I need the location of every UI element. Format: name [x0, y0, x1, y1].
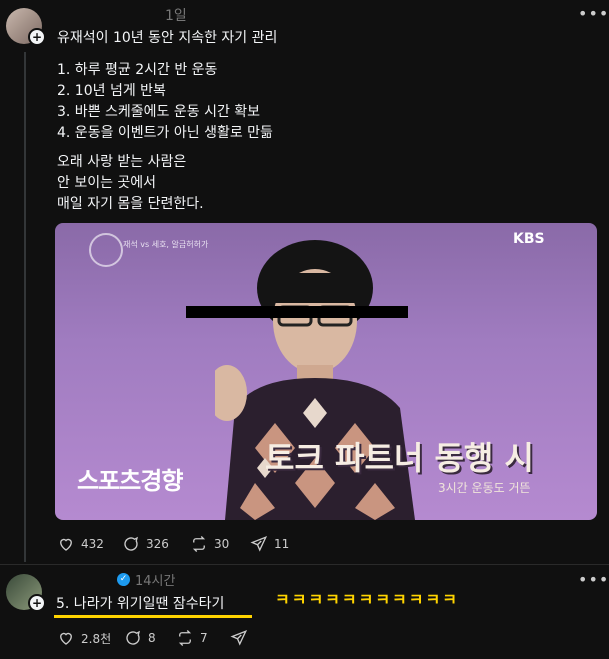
like-button[interactable]: 432	[57, 535, 104, 553]
repost-icon	[192, 536, 206, 552]
share-count: 11	[274, 537, 290, 551]
heart-icon	[60, 538, 72, 551]
post2-text: 5. 나라가 위기일땐 잠수타기	[56, 596, 225, 612]
watermark-text: 스포츠경향	[77, 467, 183, 495]
paragraph-line: 오래 사랑 받는 사람은	[57, 154, 187, 170]
more-icon[interactable]: •••	[578, 570, 609, 589]
list-item: 4. 운동을 이벤트가 아닌 생활로 만듦	[57, 125, 273, 141]
like-button[interactable]: 2.8천	[57, 629, 111, 647]
repost-count: 7	[200, 631, 208, 645]
comment-icon	[126, 630, 141, 645]
comment-button[interactable]: 8	[124, 629, 156, 647]
comment-icon	[124, 536, 139, 551]
laugh-annotation: ㅋㅋㅋㅋㅋㅋㅋㅋㅋㅋㅋ	[275, 590, 459, 609]
like-count: 432	[81, 537, 104, 551]
list-item: 2. 10년 넘게 반복	[57, 83, 166, 99]
show-logo-text: 재석 vs 세호, 알금허허가	[123, 240, 209, 249]
show-logo-icon	[89, 233, 123, 267]
censor-bar	[186, 306, 408, 318]
repost-count: 30	[214, 537, 230, 551]
post1-list: 1. 하루 평균 2시간 반 운동 2. 10년 넘게 반복 3. 바쁜 스케줄…	[57, 60, 273, 144]
heart-icon	[60, 632, 72, 645]
comment-button[interactable]: 326	[122, 535, 169, 553]
post1-title: 유재석이 10년 동안 지속한 자기 관리	[57, 30, 278, 46]
share-icon	[250, 536, 268, 552]
list-item: 1. 하루 평균 2시간 반 운동	[57, 62, 218, 78]
image-caption-main: 토크 파트너 동행 시	[265, 439, 534, 477]
image-caption-sub: 3시간 운동도 거뜬	[438, 481, 531, 495]
broadcaster-logo: KBS	[513, 231, 545, 247]
paragraph-line: 매일 자기 몸을 단련한다.	[57, 196, 204, 212]
paragraph-line: 안 보이는 곳에서	[57, 175, 157, 191]
list-item: 3. 바쁜 스케줄에도 운동 시간 확보	[57, 104, 261, 120]
verified-icon: ✓	[117, 573, 130, 586]
divider	[0, 564, 609, 565]
more-icon[interactable]: •••	[578, 4, 609, 23]
share-icon	[230, 630, 248, 646]
post1-time: 1일	[165, 8, 187, 24]
share-button[interactable]	[230, 629, 248, 647]
share-button[interactable]: 11	[250, 535, 289, 553]
follow-plus-icon[interactable]: +	[28, 594, 46, 612]
thread-line	[24, 52, 26, 562]
highlight-underline	[54, 615, 252, 618]
post1-image[interactable]: 재석 vs 세호, 알금허허가 KBS 스포츠경향 토크 파트너 동행 시 3시…	[55, 223, 597, 520]
repost-icon	[178, 630, 192, 646]
like-count: 2.8천	[81, 631, 112, 646]
repost-button[interactable]: 7	[176, 629, 208, 647]
follow-plus-icon[interactable]: +	[28, 28, 46, 46]
comment-count: 326	[146, 537, 169, 551]
post1-paragraph: 오래 사랑 받는 사람은 안 보이는 곳에서 매일 자기 몸을 단련한다.	[57, 152, 204, 215]
post2-time: 14시간	[135, 574, 176, 589]
repost-button[interactable]: 30	[190, 535, 229, 553]
comment-count: 8	[148, 631, 156, 645]
